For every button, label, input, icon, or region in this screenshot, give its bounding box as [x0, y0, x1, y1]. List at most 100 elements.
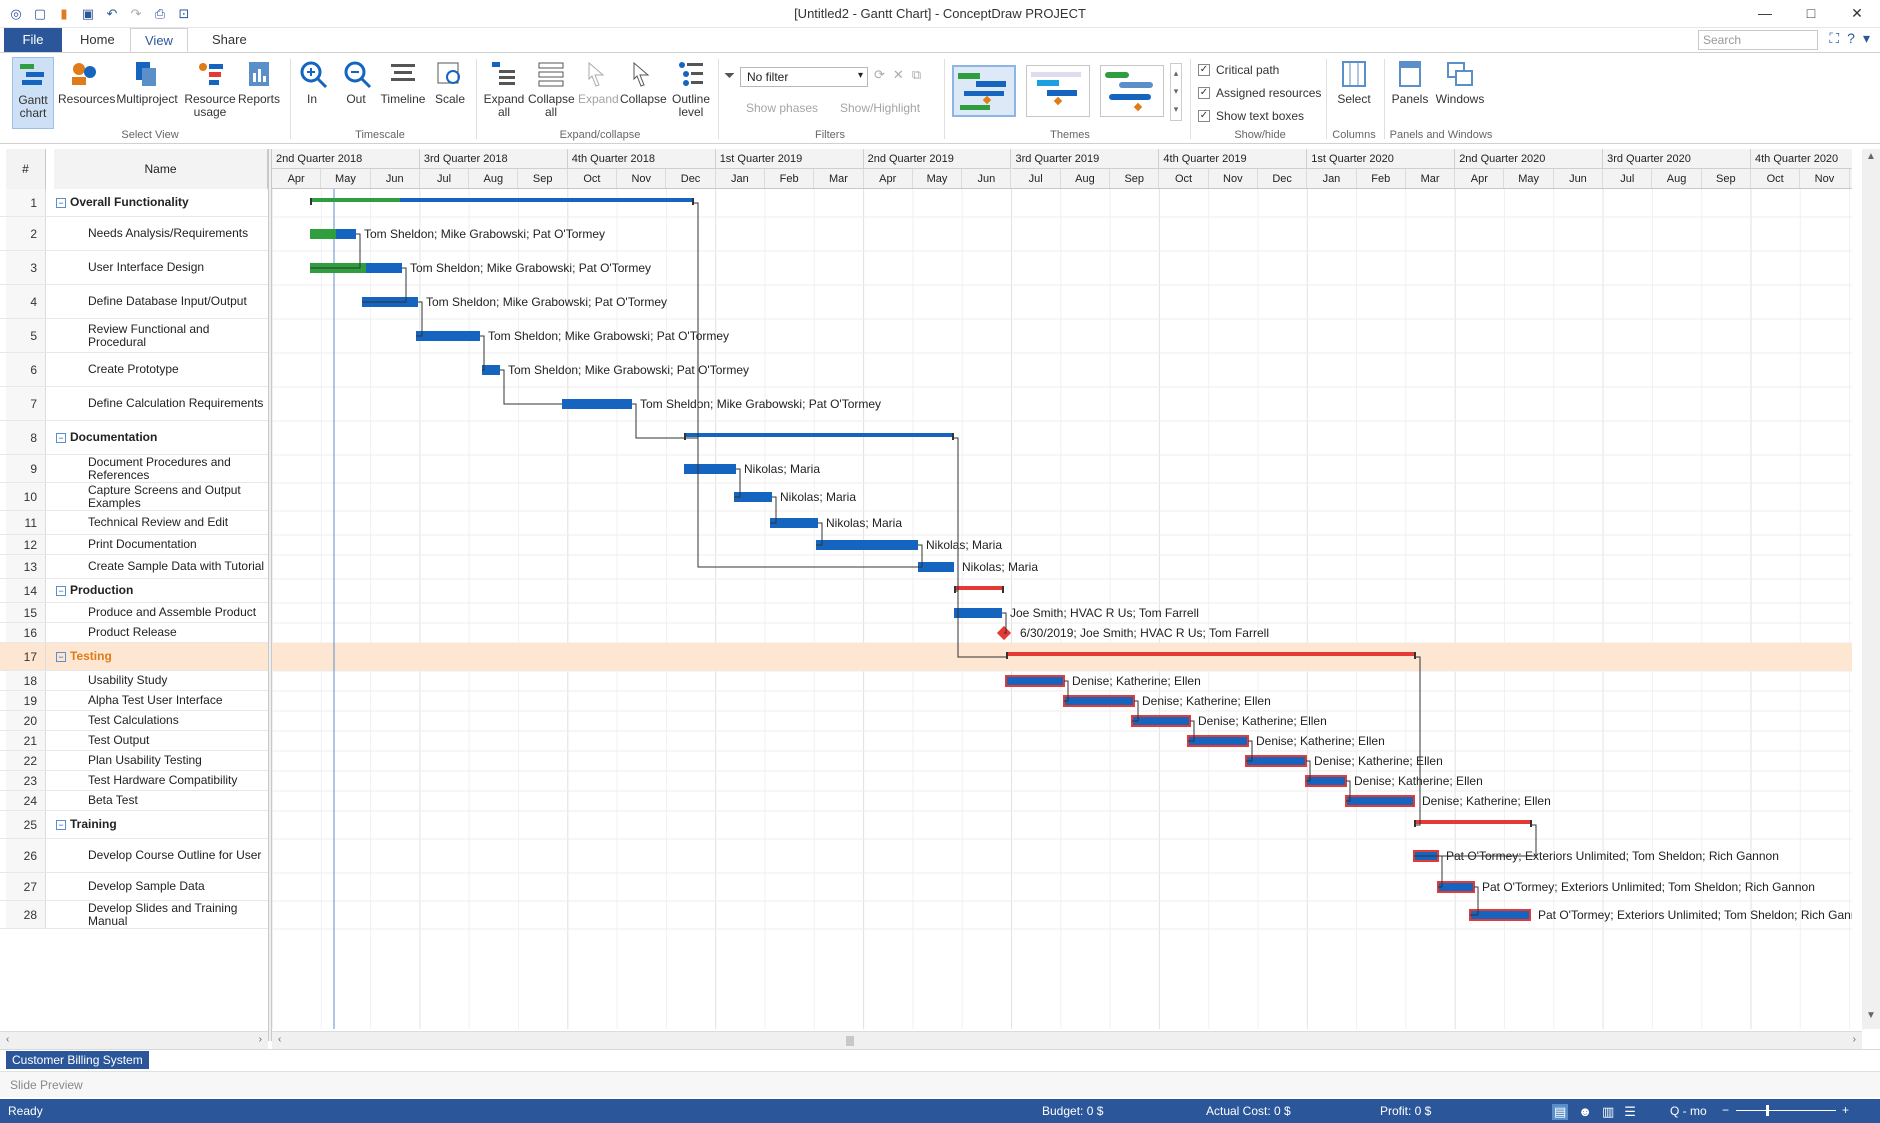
task-row[interactable]: 5 Review Functional and Procedural — [0, 319, 268, 353]
task-row[interactable]: 28 Develop Slides and Training Manual — [0, 901, 268, 929]
row-number[interactable]: 8 — [6, 421, 46, 454]
grid-horizontal-scrollbar[interactable]: ‹ › — [0, 1031, 268, 1049]
task-row[interactable]: 2 Needs Analysis/Requirements — [0, 217, 268, 251]
zoom-in-icon[interactable]: + — [1842, 1103, 1849, 1117]
task-name[interactable]: Review Functional and Procedural — [56, 319, 266, 352]
row-number[interactable]: 11 — [6, 511, 46, 534]
collapse-toggle-icon[interactable]: − — [56, 432, 66, 443]
edit-filter-icon[interactable]: ⧉ — [912, 67, 921, 83]
tab-view[interactable]: View — [130, 28, 188, 52]
task-name[interactable]: Document Procedures and References — [56, 455, 266, 482]
help-icon[interactable]: ? — [1847, 30, 1855, 47]
task-name[interactable]: Define Database Input/Output — [56, 285, 266, 318]
task-name[interactable]: Produce and Assemble Product — [56, 603, 266, 622]
scale-button[interactable]: Scale — [432, 57, 468, 106]
collapse-button[interactable]: Collapse — [620, 57, 667, 106]
clear-filter-icon[interactable]: ✕ — [893, 67, 904, 83]
scroll-left-icon[interactable]: ‹ — [6, 1034, 9, 1045]
gantt-chart-area[interactable]: Tom Sheldon; Mike Grabowski; Pat O'Torme… — [272, 189, 1852, 1029]
task-name[interactable]: Develop Sample Data — [56, 873, 266, 900]
gantt-view-icon[interactable]: ▤ — [1552, 1104, 1569, 1120]
gantt-chart-button[interactable]: Gantt chart — [12, 57, 54, 129]
task-row[interactable]: 23 Test Hardware Compatibility — [0, 771, 268, 791]
row-number[interactable]: 25 — [6, 811, 46, 838]
zoom-slider[interactable]: − + — [1722, 1103, 1852, 1118]
zoom-in-button[interactable]: In — [296, 57, 328, 106]
zoom-out-button[interactable]: Out — [340, 57, 372, 106]
task-name[interactable]: Product Release — [56, 623, 266, 642]
critical-path-checkbox[interactable]: ✓ Critical path — [1198, 63, 1279, 77]
scroll-left-icon[interactable]: ‹ — [278, 1034, 281, 1045]
task-name[interactable]: Plan Usability Testing — [56, 751, 266, 770]
row-number[interactable]: 14 — [6, 579, 46, 602]
theme-3[interactable] — [1100, 65, 1164, 117]
search-input[interactable]: Search — [1698, 30, 1818, 50]
row-number[interactable]: 19 — [6, 691, 46, 710]
minimize-icon[interactable]: — — [1742, 0, 1788, 26]
task-name[interactable]: Alpha Test User Interface — [56, 691, 266, 710]
scroll-right-icon[interactable]: › — [259, 1034, 262, 1045]
row-number[interactable]: 10 — [6, 483, 46, 510]
assigned-resources-checkbox[interactable]: ✓ Assigned resources — [1198, 86, 1321, 100]
multiproject-button[interactable]: Multiproject — [114, 57, 180, 106]
show-text-boxes-checkbox[interactable]: ✓ Show text boxes — [1198, 109, 1304, 123]
task-row[interactable]: 14− Production — [0, 579, 268, 603]
task-row[interactable]: 15 Produce and Assemble Product — [0, 603, 268, 623]
row-number[interactable]: 26 — [6, 839, 46, 872]
task-row[interactable]: 9 Document Procedures and References — [0, 455, 268, 483]
task-name[interactable]: − Testing — [56, 643, 266, 670]
sheet-tab-customer-billing[interactable]: Customer Billing System — [6, 1051, 149, 1069]
show-highlight-button[interactable]: Show/Highlight — [840, 101, 920, 115]
task-row[interactable]: 10 Capture Screens and Output Examples — [0, 483, 268, 511]
row-number[interactable]: 16 — [6, 623, 46, 642]
task-row[interactable]: 4 Define Database Input/Output — [0, 285, 268, 319]
expand-button[interactable]: Expand — [578, 57, 619, 106]
task-name[interactable]: − Overall Functionality — [56, 189, 266, 216]
collapse-toggle-icon[interactable]: − — [56, 197, 66, 208]
task-row[interactable]: 18 Usability Study — [0, 671, 268, 691]
slide-preview-panel[interactable]: Slide Preview — [0, 1071, 1880, 1097]
row-number[interactable]: 2 — [6, 217, 46, 250]
close-icon[interactable]: ✕ — [1834, 0, 1880, 26]
task-name[interactable]: Capture Screens and Output Examples — [56, 483, 266, 510]
timeline-button[interactable]: Timeline — [378, 57, 428, 106]
task-name[interactable]: Print Documentation — [56, 535, 266, 554]
task-name[interactable]: Needs Analysis/Requirements — [56, 217, 266, 250]
row-number[interactable]: 9 — [6, 455, 46, 482]
filter-select[interactable]: No filter — [740, 67, 868, 87]
task-row[interactable]: 20 Test Calculations — [0, 711, 268, 731]
task-row[interactable]: 8− Documentation — [0, 421, 268, 455]
task-row[interactable]: 16 Product Release — [0, 623, 268, 643]
row-number[interactable]: 3 — [6, 251, 46, 284]
row-number[interactable]: 21 — [6, 731, 46, 750]
tab-file[interactable]: File — [4, 28, 62, 52]
task-row[interactable]: 17− Testing — [0, 643, 268, 671]
collapse-toggle-icon[interactable]: − — [56, 585, 66, 596]
task-name[interactable]: Technical Review and Edit — [56, 511, 266, 534]
tab-home[interactable]: Home — [66, 28, 129, 52]
task-name[interactable]: Develop Slides and Training Manual — [56, 901, 266, 928]
task-row[interactable]: 19 Alpha Test User Interface — [0, 691, 268, 711]
panels-button[interactable]: Panels — [1390, 57, 1430, 106]
reports-button[interactable]: Reports — [236, 57, 282, 106]
tab-share[interactable]: Share — [198, 28, 261, 52]
row-number[interactable]: 15 — [6, 603, 46, 622]
row-number[interactable]: 23 — [6, 771, 46, 790]
task-name[interactable]: Develop Course Outline for User — [56, 839, 266, 872]
select-columns-button[interactable]: Select — [1334, 57, 1374, 106]
zoom-thumb[interactable] — [1766, 1105, 1769, 1116]
refresh-icon[interactable]: ⟳ — [874, 67, 885, 83]
task-name[interactable]: Create Sample Data with Tutorial — [56, 555, 266, 578]
resources-view-icon[interactable]: ☻ — [1578, 1104, 1592, 1120]
zoom-out-icon[interactable]: − — [1722, 1103, 1729, 1117]
task-row[interactable]: 27 Develop Sample Data — [0, 873, 268, 901]
windows-button[interactable]: Windows — [1434, 57, 1486, 106]
themes-scroll[interactable]: ▴ ▾ ▾ — [1170, 63, 1182, 121]
row-number[interactable]: 20 — [6, 711, 46, 730]
task-row[interactable]: 12 Print Documentation — [0, 535, 268, 555]
gantt-horizontal-scrollbar[interactable]: ‹ › — [272, 1031, 1862, 1049]
column-header-number[interactable]: # — [6, 149, 46, 189]
resources-button[interactable]: Resources — [58, 57, 115, 106]
row-number[interactable]: 6 — [6, 353, 46, 386]
row-number[interactable]: 7 — [6, 387, 46, 420]
